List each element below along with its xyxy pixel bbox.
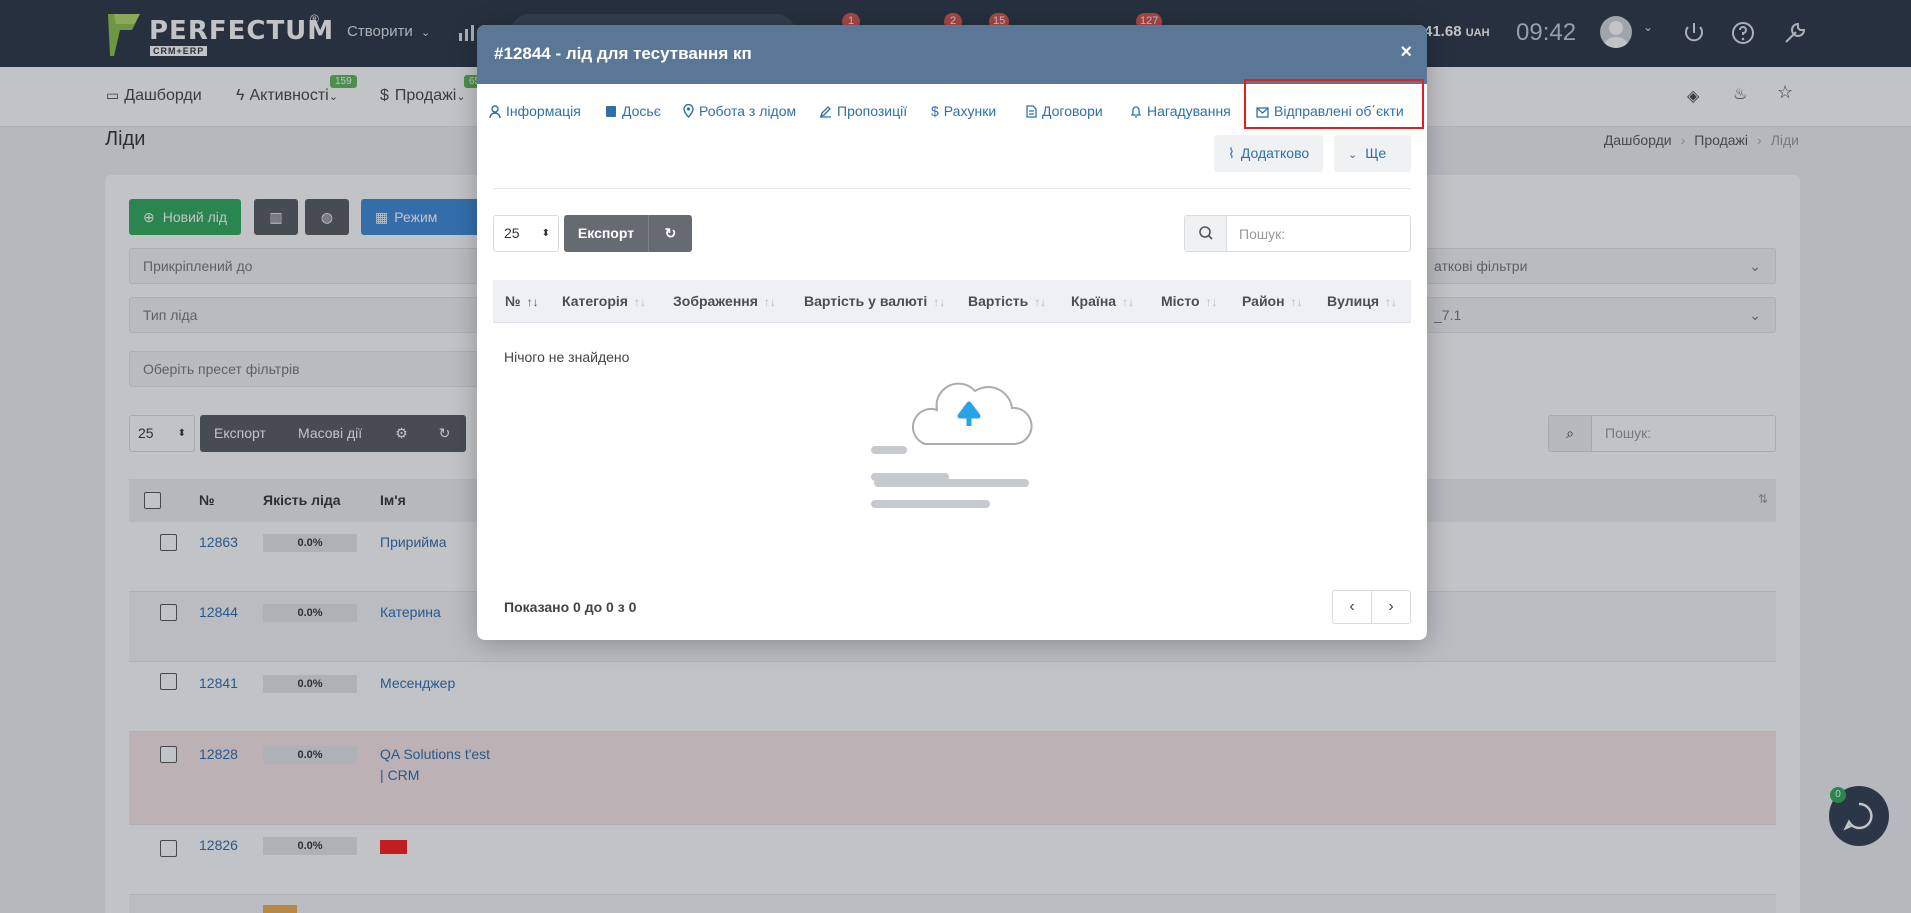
col-image-label: Зображення [673, 293, 758, 309]
tab-lead-work-label: Робота з лідом [699, 103, 797, 119]
pencil-icon [819, 106, 831, 118]
col-country[interactable]: Країна ↑↓ [1071, 293, 1134, 309]
col-city[interactable]: Місто ↑↓ [1161, 293, 1218, 309]
col-image[interactable]: Зображення ↑↓ [673, 293, 776, 309]
sort-icon: ↑↓ [1385, 295, 1397, 309]
tab-reminders[interactable]: Нагадування [1130, 103, 1231, 119]
chevron-down-icon: ⌄ [1348, 149, 1358, 161]
export-button[interactable]: Експорт [564, 215, 648, 252]
tab-info-label: Інформація [506, 103, 581, 119]
tab-info[interactable]: Інформація [489, 103, 581, 119]
tab-lead-work[interactable]: Робота з лідом [683, 103, 796, 119]
col-cost[interactable]: Вартість ↑↓ [968, 293, 1046, 309]
location-icon [683, 103, 694, 119]
search-box [1184, 215, 1411, 252]
pagination-info: Показано 0 до 0 з 0 [504, 599, 637, 615]
refresh-icon: ↻ [664, 225, 677, 241]
extra-button[interactable]: ⌇ Додатково [1214, 135, 1324, 172]
tab-contracts-label: Договори [1042, 103, 1103, 119]
col-country-label: Країна [1071, 293, 1117, 309]
lead-modal: #12844 - лід для тесутвання кп × Інформа… [477, 25, 1427, 640]
col-street-label: Вулиця [1327, 293, 1379, 309]
col-district-label: Район [1242, 293, 1285, 309]
more-button[interactable]: ⌄ Ще [1334, 135, 1411, 172]
col-cost-label: Вартість [968, 293, 1029, 309]
per-page-select[interactable]: 25 ⬍ [493, 215, 559, 252]
col-category[interactable]: Категорія ↑↓ [562, 293, 646, 309]
close-icon[interactable]: × [1400, 41, 1412, 64]
prev-page-button[interactable]: ‹ [1332, 590, 1372, 624]
per-page-value: 25 [504, 225, 520, 241]
sort-icon: ↑↓ [526, 295, 539, 309]
more-button-label: Ще [1365, 145, 1387, 161]
items-table-header: № ↑↓ Категорія ↑↓ Зображення ↑↓ Вартість у … [493, 280, 1411, 323]
bell-icon [1130, 106, 1142, 118]
sort-icon: ↑↓ [763, 295, 776, 309]
sort-arrows-icon: ⬍ [541, 228, 550, 239]
col-currency-cost-label: Вартість у валюті [804, 293, 928, 309]
tab-invoices[interactable]: $ Рахунки [931, 103, 996, 119]
extra-button-label: Додатково [1240, 145, 1310, 161]
refresh-button[interactable]: ↻ [648, 215, 692, 252]
col-street[interactable]: Вулиця ↑↓ [1327, 293, 1397, 309]
empty-lines-illustration-icon [874, 479, 1029, 487]
empty-message: Нічого не знайдено [504, 349, 630, 365]
tab-dossier-label: Досьє [622, 103, 661, 119]
next-page-button[interactable]: › [1371, 590, 1411, 624]
empty-cloud-illustration-icon [871, 382, 1033, 508]
col-category-label: Категорія [562, 293, 628, 309]
divider [493, 188, 1411, 189]
modal-title: #12844 - лід для тесутвання кп [494, 44, 752, 63]
tab-proposals[interactable]: Пропозиції [819, 103, 907, 119]
sort-icon: ↑↓ [1122, 295, 1135, 309]
tab-contracts[interactable]: Договори [1026, 103, 1103, 119]
highlight-box [1244, 79, 1424, 129]
modal-header: #12844 - лід для тесутвання кп × [477, 25, 1427, 84]
search-icon [1185, 216, 1227, 251]
tab-dossier[interactable]: Досьє [605, 103, 661, 119]
sort-icon: ↑↓ [1034, 295, 1047, 309]
document-icon [1026, 105, 1037, 118]
col-number[interactable]: № ↑↓ [505, 293, 539, 309]
sort-icon: ↑↓ [633, 295, 646, 309]
book-icon [606, 106, 616, 117]
search-input[interactable] [1227, 216, 1410, 251]
paperclip-icon: ⌇ [1228, 145, 1235, 161]
tab-proposals-label: Пропозиції [837, 103, 908, 119]
col-currency-cost[interactable]: Вартість у валюті ↑↓ [804, 293, 945, 309]
sort-icon: ↑↓ [933, 295, 946, 309]
tab-reminders-label: Нагадування [1147, 103, 1231, 119]
sort-icon: ↑↓ [1205, 295, 1218, 309]
col-number-label: № [505, 293, 521, 309]
dollar-icon: $ [931, 103, 939, 119]
tab-invoices-label: Рахунки [943, 103, 997, 119]
sort-icon: ↑↓ [1290, 295, 1303, 309]
user-icon [489, 105, 501, 119]
col-city-label: Місто [1161, 293, 1200, 309]
col-district[interactable]: Район ↑↓ [1242, 293, 1303, 309]
